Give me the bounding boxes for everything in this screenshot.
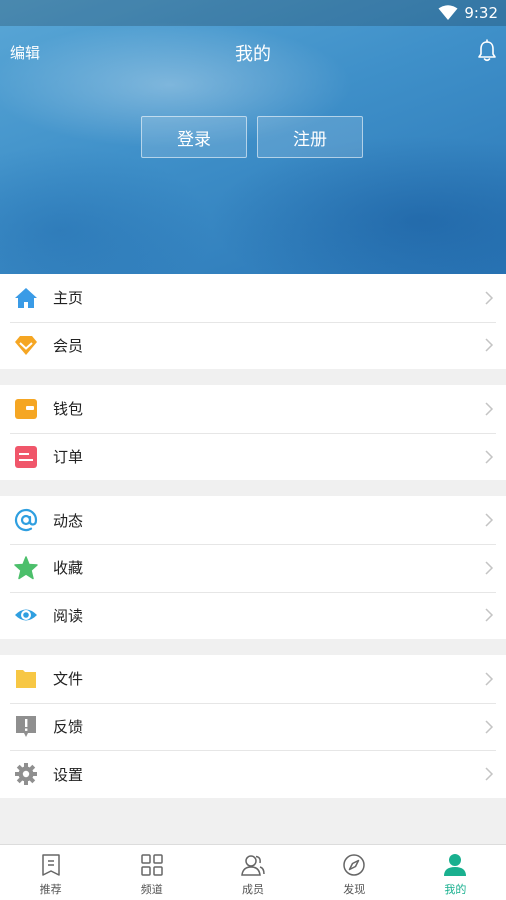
menu-item-orders[interactable]: 订单 <box>0 432 506 481</box>
chevron-right-icon <box>485 450 494 464</box>
menu-item-label: 会员 <box>53 336 84 355</box>
tab-channels[interactable]: 频道 <box>101 845 202 900</box>
chevron-right-icon <box>485 672 494 686</box>
menu-item-feedback[interactable]: 反馈 <box>0 702 506 751</box>
eye-icon <box>14 603 38 627</box>
menu-item-label: 收藏 <box>53 559 84 578</box>
group-divider <box>0 369 506 386</box>
star-icon <box>14 556 38 580</box>
wallet-icon <box>14 397 38 421</box>
chevron-right-icon <box>485 513 494 527</box>
group-divider <box>0 480 506 497</box>
bell-icon[interactable] <box>476 39 498 63</box>
tab-label: 成员 <box>242 883 264 896</box>
menu-group-3: 动态 收藏 阅读 <box>0 496 506 640</box>
members-icon <box>241 855 265 876</box>
chevron-right-icon <box>485 402 494 416</box>
menu-group-1: 主页 会员 <box>0 274 506 370</box>
menu-group-2: 钱包 订单 <box>0 385 506 481</box>
home-icon <box>14 286 38 310</box>
menu-item-label: 订单 <box>53 448 84 467</box>
chevron-right-icon <box>485 608 494 622</box>
at-icon <box>14 508 38 532</box>
menu-item-label: 阅读 <box>53 606 84 625</box>
grid-icon <box>141 854 163 876</box>
menu-item-label: 设置 <box>53 765 84 784</box>
menu-item-settings[interactable]: 设置 <box>0 750 506 798</box>
menu-item-label: 钱包 <box>53 400 84 419</box>
menu-item-activity[interactable]: 动态 <box>0 496 506 544</box>
gear-icon <box>14 762 38 786</box>
compass-icon <box>343 854 365 876</box>
menu-item-label: 反馈 <box>53 718 84 737</box>
folder-icon <box>14 667 38 691</box>
tab-label: 频道 <box>140 883 163 896</box>
tab-recommend[interactable]: 推荐 <box>0 845 101 900</box>
chevron-right-icon <box>485 291 494 305</box>
register-button[interactable]: 注册 <box>257 116 363 158</box>
status-time: 9:32 <box>464 4 498 22</box>
menu-item-wallet[interactable]: 钱包 <box>0 385 506 433</box>
bottom-tab-bar: 推荐 频道 成员 发现 我的 <box>0 844 506 900</box>
menu-item-favorites[interactable]: 收藏 <box>0 543 506 592</box>
menu-item-home[interactable]: 主页 <box>0 274 506 322</box>
order-icon <box>14 445 38 469</box>
menu-item-reading[interactable]: 阅读 <box>0 591 506 640</box>
menu-group-4: 文件 反馈 设置 <box>0 655 506 798</box>
title-bar: 编辑 我的 <box>0 30 506 74</box>
menu-item-label: 动态 <box>53 511 84 530</box>
wifi-icon <box>438 5 458 20</box>
menu-item-label: 主页 <box>53 289 84 308</box>
tab-label: 发现 <box>343 883 366 896</box>
menu-item-vip[interactable]: 会员 <box>0 321 506 370</box>
user-icon <box>444 854 467 876</box>
group-divider <box>0 639 506 656</box>
tab-discover[interactable]: 发现 <box>304 845 405 900</box>
menu-list: 主页 会员 钱包 订单 动态 收藏 阅读 文件 反馈 设置 <box>0 274 506 798</box>
tab-members[interactable]: 成员 <box>202 845 303 900</box>
feedback-icon <box>14 715 38 739</box>
status-bar: 9:32 <box>0 0 506 26</box>
chevron-right-icon <box>485 720 494 734</box>
chevron-right-icon <box>485 561 494 575</box>
profile-header: 9:32 编辑 我的 登录 注册 <box>0 0 506 274</box>
tab-label: 我的 <box>444 883 467 896</box>
menu-item-label: 文件 <box>53 670 84 689</box>
tab-mine[interactable]: 我的 <box>405 845 506 900</box>
chevron-right-icon <box>485 338 494 352</box>
chevron-right-icon <box>485 767 494 781</box>
page-title: 我的 <box>235 44 271 65</box>
login-button[interactable]: 登录 <box>141 116 247 158</box>
auth-buttons: 登录 注册 <box>141 116 363 158</box>
recommend-icon <box>41 854 60 876</box>
diamond-icon <box>14 333 38 357</box>
tab-label: 推荐 <box>39 883 62 896</box>
menu-item-files[interactable]: 文件 <box>0 655 506 703</box>
